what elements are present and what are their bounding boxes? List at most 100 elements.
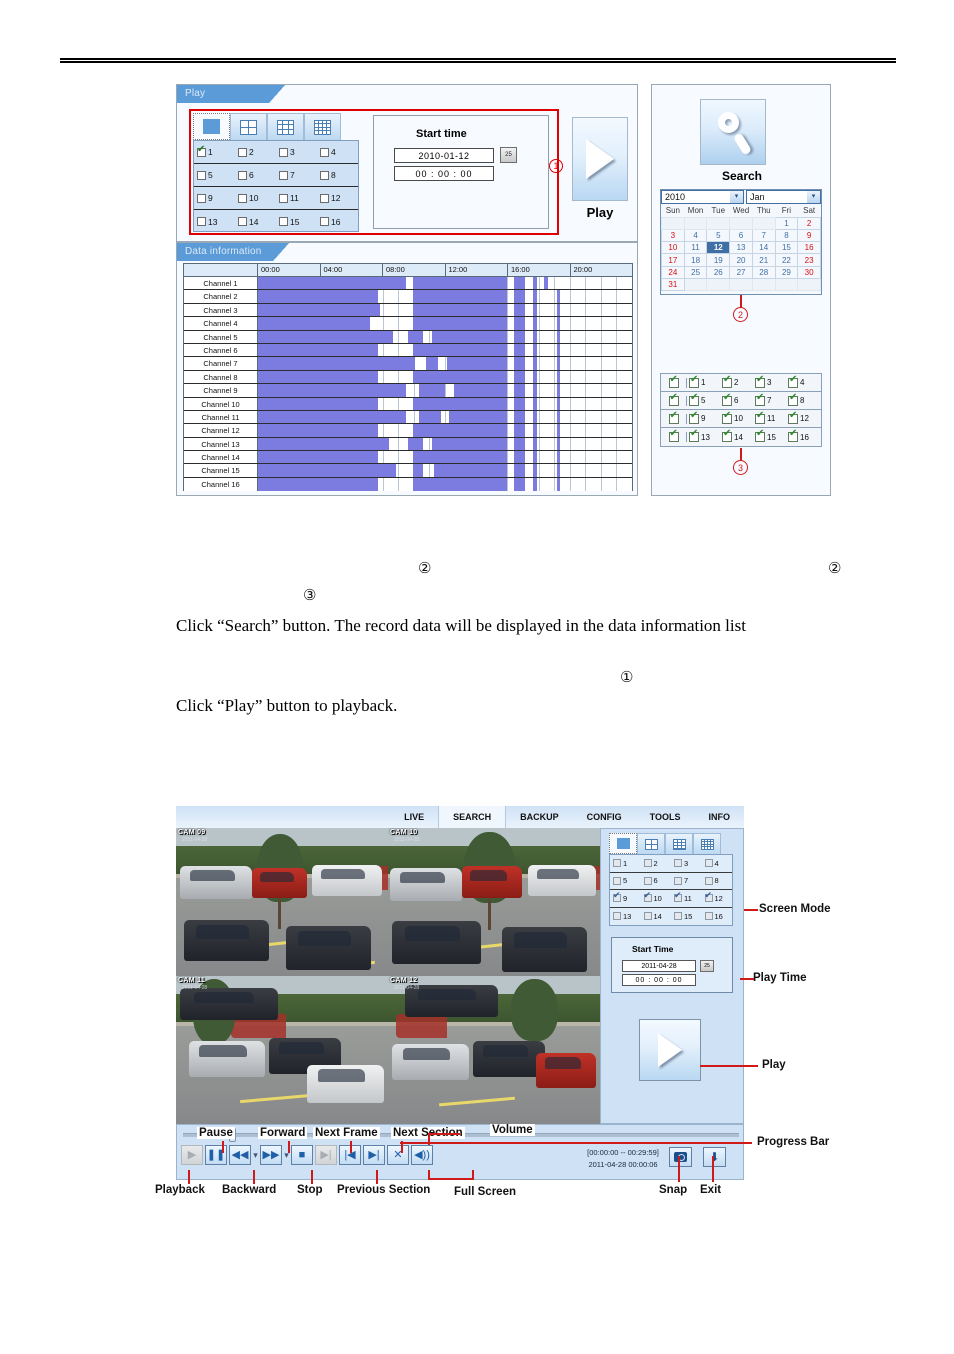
screen-mode-single[interactable]: [609, 833, 637, 854]
calendar-day-23[interactable]: 23: [797, 253, 821, 267]
video-pane-4[interactable]: CAM 12 2011-04-28: [388, 976, 600, 1124]
channel-checkbox-9[interactable]: 9: [194, 193, 235, 203]
timeline-track[interactable]: [258, 477, 632, 492]
timeline-track[interactable]: [258, 330, 632, 343]
channel-row-toggle-3[interactable]: [661, 411, 687, 424]
record-timeline[interactable]: 00:00 04:00 08:00 12:00 16:00 20:00 Chan…: [183, 263, 633, 492]
nav-info[interactable]: INFO: [695, 806, 745, 828]
pb-channel-8[interactable]: 8: [702, 876, 733, 885]
month-select[interactable]: Jan ▾: [745, 190, 821, 204]
chevron-down-icon[interactable]: ▾: [729, 191, 743, 203]
search-channel-3[interactable]: 3: [753, 375, 786, 388]
full-screen-button[interactable]: ✕: [387, 1145, 409, 1165]
calendar-day-17[interactable]: 17: [661, 253, 685, 267]
calendar-day-9[interactable]: 9: [797, 228, 821, 243]
calendar-day-6[interactable]: 6: [729, 228, 753, 243]
channel-checkbox-1[interactable]: 1: [194, 145, 235, 157]
calendar-day-2[interactable]: 2: [797, 216, 821, 230]
screen-mode-nine[interactable]: [665, 833, 693, 854]
play-time-input[interactable]: 00 : 00 : 00: [622, 974, 696, 986]
video-pane-3[interactable]: CAM 11 2011-04-28: [176, 976, 388, 1124]
search-channel-12[interactable]: 12: [786, 411, 819, 424]
calendar-day-22[interactable]: 22: [774, 253, 799, 267]
forward-button[interactable]: ▶▶: [260, 1145, 282, 1165]
channel-checkbox-6[interactable]: 6: [235, 170, 276, 180]
search-channel-16[interactable]: 16: [786, 429, 819, 442]
calendar-day-20[interactable]: 20: [729, 253, 753, 267]
search-channel-14[interactable]: 14: [720, 429, 753, 442]
screen-mode-sixteen[interactable]: [693, 833, 721, 854]
search-channel-9[interactable]: 9: [687, 411, 720, 424]
search-channel-8[interactable]: 8: [786, 393, 819, 406]
calendar-day-30[interactable]: 30: [797, 265, 821, 279]
calendar-day-11[interactable]: 11: [683, 241, 708, 255]
year-select[interactable]: 2010 ▾: [661, 190, 744, 204]
calendar-day-13[interactable]: 13: [729, 241, 753, 255]
nav-live[interactable]: LIVE: [390, 806, 438, 828]
search-channel-11[interactable]: 11: [753, 411, 786, 424]
search-channel-13[interactable]: 13: [687, 429, 720, 442]
calendar-icon[interactable]: 25: [500, 147, 517, 163]
timeline-track[interactable]: [258, 451, 632, 464]
backward-menu-icon[interactable]: ▾: [253, 1150, 258, 1161]
channel-checkbox-12[interactable]: 12: [317, 193, 358, 203]
timeline-track[interactable]: [258, 317, 632, 330]
stop-button[interactable]: ■: [291, 1145, 313, 1165]
search-channel-7[interactable]: 7: [753, 393, 786, 406]
channel-checkbox-16[interactable]: 16: [317, 217, 358, 227]
search-channel-10[interactable]: 10: [720, 411, 753, 424]
pb-channel-3[interactable]: 3: [671, 859, 702, 868]
backward-button[interactable]: ◀◀: [229, 1145, 251, 1165]
search-button[interactable]: [700, 99, 766, 165]
pb-channel-2[interactable]: 2: [641, 859, 672, 868]
timeline-track[interactable]: [258, 303, 632, 317]
pb-channel-12[interactable]: 12: [702, 891, 733, 903]
nav-search[interactable]: SEARCH: [438, 806, 507, 828]
pb-channel-16[interactable]: 16: [702, 912, 733, 921]
calendar-day-4[interactable]: 4: [683, 228, 708, 243]
channel-row-toggle-2[interactable]: [661, 393, 687, 406]
play-button[interactable]: [639, 1019, 701, 1081]
search-channel-1[interactable]: 1: [687, 375, 720, 388]
timeline-track[interactable]: [258, 410, 632, 424]
screen-mode-single[interactable]: [193, 113, 230, 140]
pb-channel-10[interactable]: 10: [641, 891, 672, 903]
channel-checkbox-4[interactable]: 4: [317, 147, 358, 157]
screen-mode-nine[interactable]: [267, 113, 304, 140]
exit-button[interactable]: ⬇: [703, 1147, 726, 1167]
start-time-input[interactable]: 00 : 00 : 00: [394, 166, 494, 181]
calendar-day-18[interactable]: 18: [683, 253, 708, 267]
search-channel-2[interactable]: 2: [720, 375, 753, 388]
search-channel-5[interactable]: 5: [687, 393, 720, 406]
pb-channel-11[interactable]: 11: [671, 891, 702, 903]
channel-checkbox-15[interactable]: 15: [276, 217, 317, 227]
search-channel-4[interactable]: 4: [786, 375, 819, 388]
channel-checkbox-2[interactable]: 2: [235, 147, 276, 157]
channel-checkbox-3[interactable]: 3: [276, 147, 317, 157]
calendar-day-16[interactable]: 16: [797, 241, 821, 255]
search-channel-15[interactable]: 15: [753, 429, 786, 442]
pb-channel-13[interactable]: 13: [610, 912, 641, 921]
timeline-track[interactable]: [258, 384, 632, 397]
channel-checkbox-8[interactable]: 8: [317, 170, 358, 180]
pb-channel-9[interactable]: 9: [610, 891, 641, 903]
next-section-button[interactable]: ▶|: [363, 1145, 385, 1165]
calendar-day-28[interactable]: 28: [751, 265, 776, 279]
calendar-day-24[interactable]: 24: [661, 265, 685, 279]
calendar-day-21[interactable]: 21: [751, 253, 776, 267]
calendar-day-10[interactable]: 10: [661, 241, 685, 255]
channel-checkbox-7[interactable]: 7: [276, 170, 317, 180]
timeline-track[interactable]: [258, 424, 632, 437]
calendar-day-3[interactable]: 3: [661, 228, 685, 243]
calendar-day-7[interactable]: 7: [751, 228, 776, 243]
screen-mode-quad[interactable]: [230, 113, 267, 140]
calendar-day-27[interactable]: 27: [729, 265, 753, 279]
channel-checkbox-14[interactable]: 14: [235, 217, 276, 227]
calendar-day-5[interactable]: 5: [706, 228, 731, 243]
timeline-track[interactable]: [258, 357, 632, 370]
timeline-track[interactable]: [258, 370, 632, 384]
next-frame-button[interactable]: ▶|: [315, 1145, 337, 1165]
calendar-day-29[interactable]: 29: [774, 265, 799, 279]
screen-mode-quad[interactable]: [637, 833, 665, 854]
calendar-day-1[interactable]: 1: [774, 216, 799, 230]
